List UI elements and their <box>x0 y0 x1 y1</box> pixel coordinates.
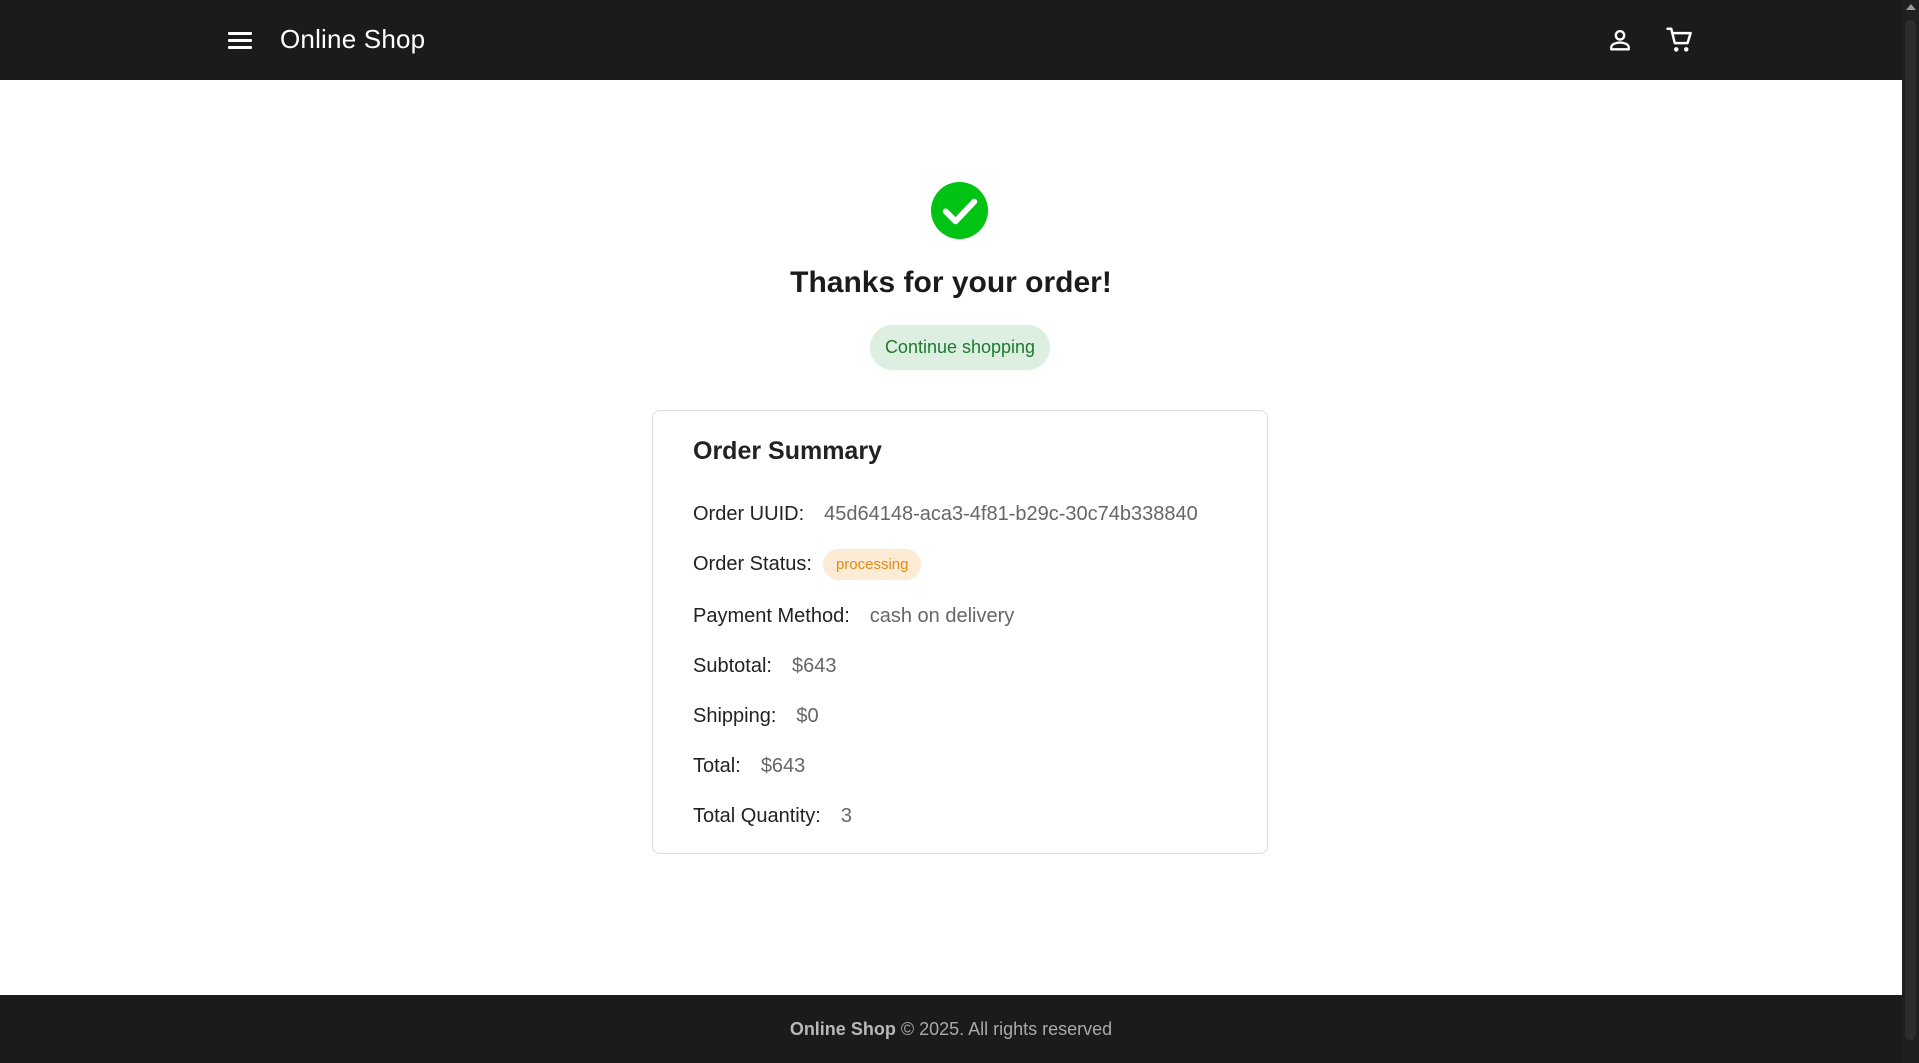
shipping-label: Shipping: <box>693 705 777 727</box>
page-title: Thanks for your order! <box>790 266 1112 299</box>
shipping-row: Shipping: $0 <box>693 705 819 728</box>
total-quantity-row: Total Quantity: 3 <box>693 805 852 828</box>
page: Online Shop Thanks for your order! Conti… <box>0 0 1919 1063</box>
order-summary-title: Order Summary <box>693 437 882 465</box>
payment-method-row: Payment Method: cash on delivery <box>693 605 1014 628</box>
footer: Online Shop © 2025. All rights reserved <box>0 995 1902 1063</box>
total-label: Total: <box>693 755 741 777</box>
order-uuid-row: Order UUID: 45d64148-aca3-4f81-b29c-30c7… <box>693 503 1198 526</box>
total-value: $643 <box>760 755 806 777</box>
continue-shopping-button[interactable]: Continue shopping <box>870 325 1050 370</box>
footer-copyright: © 2025. All rights reserved <box>900 1018 1113 1039</box>
footer-brand: Online Shop <box>789 1018 896 1039</box>
brand-title[interactable]: Online Shop <box>280 24 425 55</box>
subtotal-row: Subtotal: $643 <box>693 655 836 678</box>
vertical-scrollbar[interactable] <box>1902 0 1919 1063</box>
cart-icon[interactable] <box>1662 22 1698 58</box>
menu-icon[interactable] <box>222 26 258 54</box>
order-status-label: Order Status: <box>693 553 812 575</box>
subtotal-value: $643 <box>791 655 837 677</box>
order-uuid-value: 45d64148-aca3-4f81-b29c-30c74b338840 <box>824 503 1198 525</box>
order-summary-card: Order Summary Order UUID: 45d64148-aca3-… <box>652 410 1268 854</box>
total-row: Total: $643 <box>693 755 805 778</box>
scrollbar-thumb[interactable] <box>1905 20 1916 1040</box>
payment-method-value: cash on delivery <box>869 605 1015 627</box>
total-quantity-value: 3 <box>840 805 852 827</box>
scroll-up-icon[interactable] <box>1906 4 1916 10</box>
total-quantity-label: Total Quantity: <box>693 805 821 827</box>
payment-method-label: Payment Method: <box>693 605 850 627</box>
status-badge: processing <box>822 549 922 580</box>
order-status-row: Order Status: processing <box>693 549 922 580</box>
subtotal-label: Subtotal: <box>693 655 772 677</box>
top-app-bar: Online Shop <box>0 0 1902 80</box>
shipping-value: $0 <box>796 705 819 727</box>
check-circle-icon <box>930 181 989 240</box>
user-icon[interactable] <box>1602 22 1638 58</box>
order-uuid-label: Order UUID: <box>693 503 805 525</box>
